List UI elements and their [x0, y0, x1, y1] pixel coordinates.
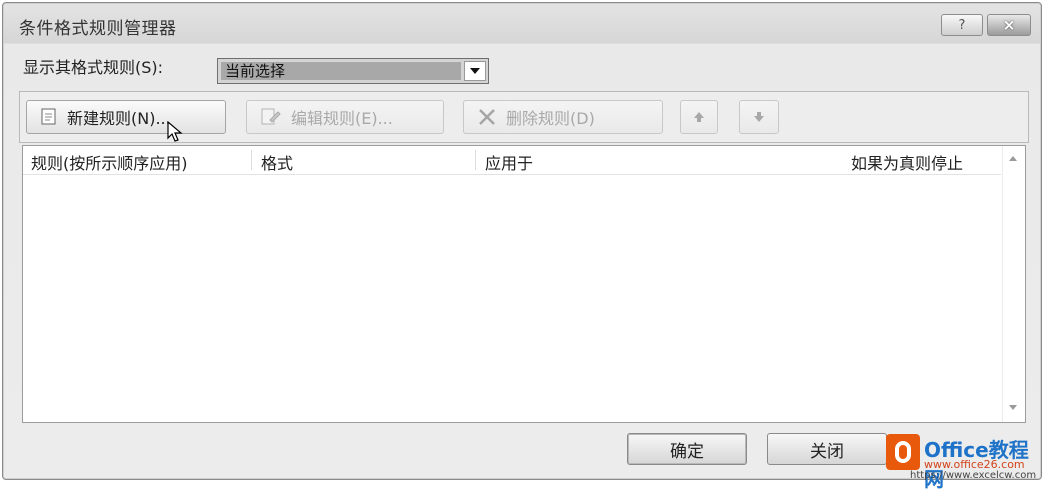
watermark-site-2: https://www.excelcw.com: [910, 470, 1037, 481]
new-rule-button[interactable]: 新建规则(N)...: [26, 100, 226, 142]
conditional-format-rules-dialog: 条件格式规则管理器 ? × 显示其格式规则(S): 当前选择 新建规则(N)..…: [2, 2, 1042, 480]
arrow-down-icon: [753, 108, 765, 127]
dialog-title: 条件格式规则管理器: [19, 19, 177, 39]
mouse-cursor-icon: [167, 120, 183, 147]
title-bar: 条件格式规则管理器 ? ×: [3, 3, 1041, 43]
delete-rule-button[interactable]: 删除规则(D): [463, 100, 663, 134]
ok-button[interactable]: 确定: [627, 433, 747, 465]
scroll-up-icon[interactable]: [1009, 156, 1017, 161]
column-header-applies-to[interactable]: 应用于: [485, 150, 533, 174]
site-watermark: Office教程网 www.office26.com https://www.e…: [880, 430, 1045, 491]
help-icon: ?: [958, 17, 966, 33]
edit-rule-icon: [261, 108, 281, 126]
arrow-up-icon: [693, 108, 705, 127]
delete-rule-label: 删除规则(D): [506, 109, 595, 128]
edit-rule-button[interactable]: 编辑规则(E)...: [246, 100, 444, 134]
rules-list-header: 规则(按所示顺序应用) 格式 应用于 如果为真则停止: [23, 146, 1001, 175]
column-header-rule[interactable]: 规则(按所示顺序应用): [31, 150, 188, 174]
show-rules-label: 显示其格式规则(S):: [23, 58, 164, 77]
new-rule-label: 新建规则(N)...: [67, 109, 171, 128]
move-up-button[interactable]: [680, 100, 718, 134]
window-close-button[interactable]: ×: [987, 14, 1031, 36]
close-icon: ×: [1002, 16, 1016, 34]
vertical-scrollbar[interactable]: [1002, 146, 1025, 422]
column-header-format[interactable]: 格式: [261, 150, 293, 174]
rules-toolbar: 新建规则(N)... 编辑规则(E)... 删除规则(D): [19, 91, 1029, 143]
office-logo-icon: [886, 434, 920, 470]
show-rules-selected-value: 当前选择: [221, 62, 461, 80]
column-divider[interactable]: [251, 150, 252, 170]
scroll-down-icon[interactable]: [1009, 405, 1017, 410]
move-down-button[interactable]: [739, 100, 779, 134]
close-button[interactable]: 关闭: [767, 433, 887, 465]
show-rules-select[interactable]: 当前选择: [217, 58, 489, 84]
column-divider[interactable]: [475, 150, 476, 170]
rules-list[interactable]: 规则(按所示顺序应用) 格式 应用于 如果为真则停止: [22, 145, 1026, 423]
delete-x-icon: [478, 108, 496, 126]
edit-rule-label: 编辑规则(E)...: [291, 109, 393, 128]
new-rule-icon: [41, 108, 57, 126]
dropdown-arrow-icon[interactable]: [464, 61, 486, 81]
help-button[interactable]: ?: [941, 14, 983, 36]
column-header-stop-if-true[interactable]: 如果为真则停止: [851, 150, 963, 174]
